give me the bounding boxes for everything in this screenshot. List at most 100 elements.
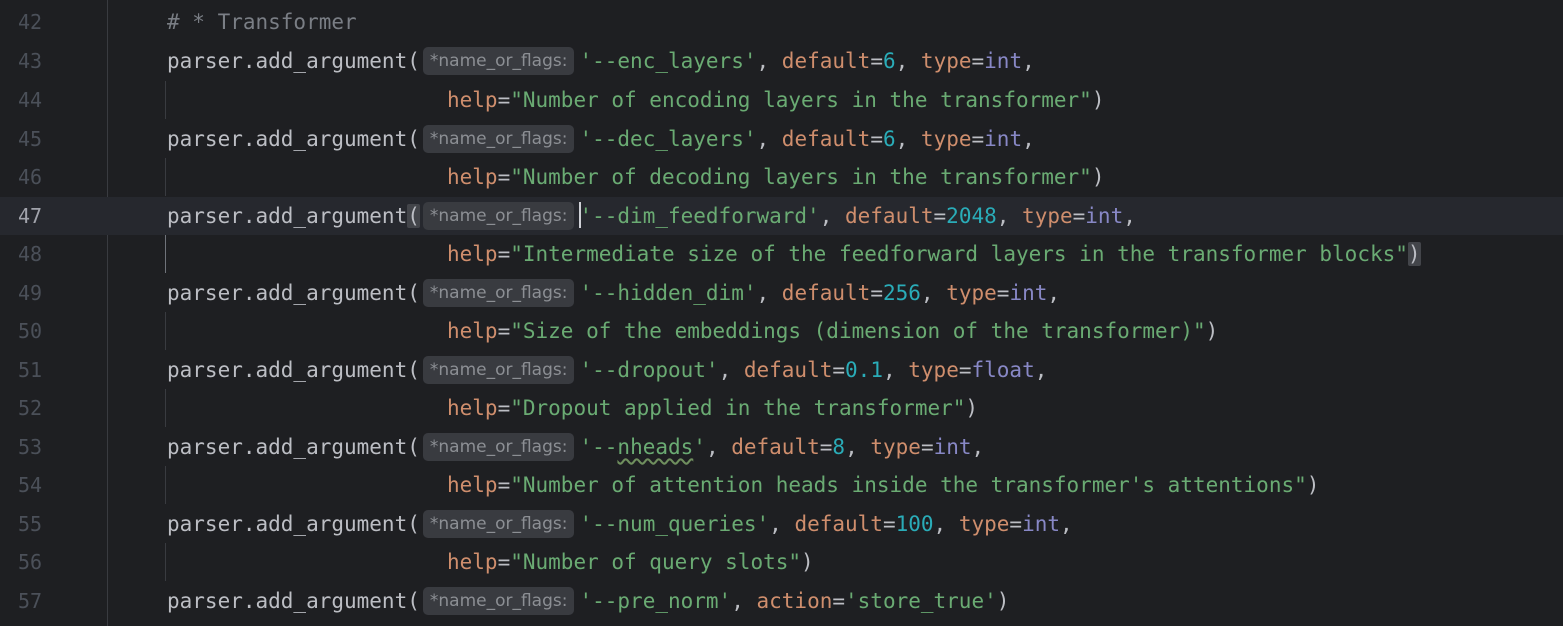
code-line[interactable]: 46 help="Number of decoding layers in th…	[0, 158, 1563, 196]
line-number: 45	[18, 127, 43, 151]
punct: ,	[1047, 281, 1061, 305]
kwarg-name: type	[958, 512, 1010, 536]
parameter-hint: *name_or_flags:	[422, 202, 575, 230]
line-code[interactable]: help="Number of query slots")	[447, 543, 814, 581]
comment: # * Transformer	[167, 10, 357, 34]
call-text: parser.add_argument(	[167, 358, 420, 382]
code-line[interactable]: 49 parser.add_argument(*name_or_flags: '-…	[0, 274, 1563, 312]
code-line[interactable]: 57 parser.add_argument(*name_or_flags: '-…	[0, 582, 1563, 620]
line-code[interactable]: parser.add_argument(*name_or_flags: '--dr…	[167, 351, 1047, 389]
matched-brace: (	[407, 204, 420, 228]
kwarg-name: type	[946, 281, 997, 305]
kwarg-name: help	[447, 88, 498, 112]
line-number: 57	[18, 589, 43, 613]
kwarg-name: type	[870, 435, 921, 459]
code-line[interactable]: 50 help="Size of the embeddings (dimensi…	[0, 312, 1563, 350]
code-line[interactable]: 45 parser.add_argument(*name_or_flags: '-…	[0, 120, 1563, 158]
line-code[interactable]: parser.add_argument(*name_or_flags: '--nu…	[167, 505, 1073, 543]
line-code[interactable]: parser.add_argument(*name_or_flags: '--nh…	[167, 428, 984, 466]
help-string: "Number of attention heads inside the tr…	[510, 473, 1307, 497]
line-code[interactable]: help="Intermediate size of the feedforwa…	[447, 235, 1421, 273]
parameter-hint: *name_or_flags:	[422, 587, 575, 615]
line-code[interactable]: parser.add_argument(*name_or_flags: '--de…	[167, 120, 1035, 158]
call-text: parser.add_argument(	[167, 127, 420, 151]
punct: )	[1091, 165, 1105, 189]
kwarg-value: int	[933, 435, 972, 459]
help-string: "Dropout applied in the transformer"	[510, 396, 966, 420]
code-line[interactable]: 53 parser.add_argument(*name_or_flags: '-…	[0, 428, 1563, 466]
flag-string-prefix: '--	[579, 435, 618, 459]
indent-guide	[165, 312, 166, 350]
help-string: "Number of query slots"	[510, 550, 802, 574]
kwarg-name: default	[781, 49, 871, 73]
kwarg-name: type	[1022, 204, 1073, 228]
indent-guide	[165, 389, 166, 427]
kwarg-value: 0.1	[845, 358, 883, 382]
line-code[interactable]: parser.add_argument(*name_or_flags: '--di…	[167, 197, 1136, 235]
punct: )	[996, 589, 1010, 613]
kwarg-name: help	[447, 396, 498, 420]
code-editor[interactable]: 42 # * Transformer 43 parser.add_argumen…	[0, 0, 1563, 626]
code-line[interactable]: 44 help="Number of encoding layers in th…	[0, 81, 1563, 119]
punct: ,	[1034, 358, 1048, 382]
line-number: 54	[18, 473, 43, 497]
typo-flagged-word[interactable]: nheads	[617, 435, 693, 459]
call-text: parser.add_argument(	[167, 49, 420, 73]
kwarg-name: default	[731, 435, 820, 459]
line-code[interactable]: # * Transformer	[167, 3, 357, 41]
line-code[interactable]: help="Number of decoding layers in the t…	[447, 158, 1104, 196]
help-string: "Intermediate size of the feedforward la…	[510, 242, 1408, 266]
kwarg-value: int	[1022, 512, 1061, 536]
code-line-current[interactable]: 47 parser.add_argument(*name_or_flags: '-…	[0, 197, 1563, 235]
line-number: 53	[18, 435, 43, 459]
punct: ,	[1022, 49, 1035, 73]
kwarg-value: int	[1009, 281, 1048, 305]
parameter-hint: *name_or_flags:	[422, 356, 575, 384]
line-number: 46	[18, 165, 43, 189]
code-line[interactable]: 54 help="Number of attention heads insid…	[0, 466, 1563, 504]
line-number: 47	[18, 204, 43, 228]
punct: ,	[1123, 204, 1136, 228]
kwarg-value: 256	[882, 281, 921, 305]
help-string: "Number of decoding layers in the transf…	[510, 165, 1092, 189]
line-code[interactable]: help="Dropout applied in the transformer…	[447, 389, 978, 427]
line-number: 51	[18, 358, 43, 382]
line-code[interactable]: parser.add_argument(*name_or_flags: '--en…	[167, 42, 1035, 80]
kwarg-name: default	[781, 281, 871, 305]
indent-guide	[165, 81, 166, 119]
kwarg-name: help	[447, 550, 498, 574]
line-number: 48	[18, 242, 43, 266]
kwarg-value: float	[971, 358, 1035, 382]
code-line[interactable]: 51 parser.add_argument(*name_or_flags: '-…	[0, 351, 1563, 389]
flag-string: '--dropout'	[579, 358, 719, 382]
kwarg-value: 6	[882, 49, 896, 73]
line-code[interactable]: parser.add_argument(*name_or_flags: '--hi…	[167, 274, 1060, 312]
indent-guide	[165, 543, 166, 581]
parameter-hint: *name_or_flags:	[422, 433, 575, 461]
line-number: 43	[18, 49, 43, 73]
line-code[interactable]: help="Number of encoding layers in the t…	[447, 81, 1104, 119]
code-line[interactable]: 43 parser.add_argument(*name_or_flags: '-…	[0, 42, 1563, 80]
punct: )	[801, 550, 814, 574]
kwarg-name: help	[447, 473, 498, 497]
flag-string: '--dim_feedforward'	[579, 204, 820, 228]
code-line[interactable]: 52 help="Dropout applied in the transfor…	[0, 389, 1563, 427]
line-code[interactable]: parser.add_argument(*name_or_flags: '--pr…	[167, 582, 1009, 620]
kwarg-value: int	[984, 49, 1023, 73]
indent-guide	[165, 466, 166, 504]
indent-guide	[165, 158, 166, 196]
line-code[interactable]: help="Size of the embeddings (dimension …	[447, 312, 1218, 350]
line-number: 56	[18, 550, 43, 574]
code-line[interactable]: 48 help="Intermediate size of the feedfo…	[0, 235, 1563, 273]
flag-string: '--pre_norm'	[579, 589, 732, 613]
kwarg-value: 6	[882, 127, 896, 151]
code-line[interactable]: 55 parser.add_argument(*name_or_flags: '-…	[0, 505, 1563, 543]
kwarg-name: type	[908, 358, 959, 382]
code-line[interactable]: 56 help="Number of query slots")	[0, 543, 1563, 581]
kwarg-value: 8	[832, 435, 846, 459]
call-text: parser.add_argument(	[167, 435, 420, 459]
code-line[interactable]: 42 # * Transformer	[0, 3, 1563, 41]
punct: ,	[971, 435, 985, 459]
punct: ,	[1060, 512, 1073, 536]
line-code[interactable]: help="Number of attention heads inside t…	[447, 466, 1319, 504]
